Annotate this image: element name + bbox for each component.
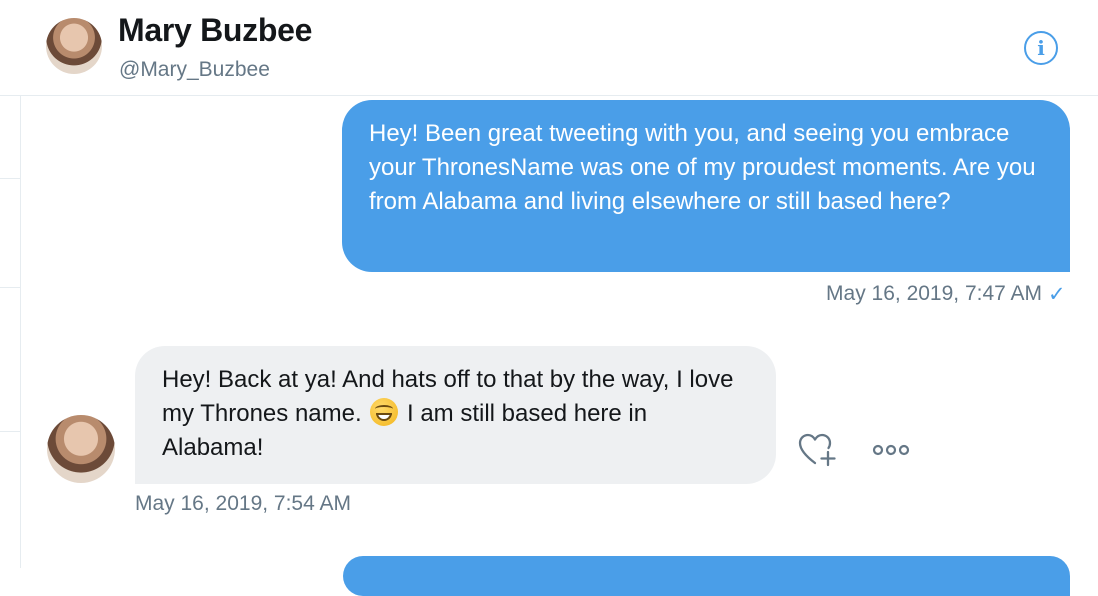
- conversation-header: Mary Buzbee @Mary_Buzbee i: [20, 0, 1098, 96]
- contact-display-name[interactable]: Mary Buzbee: [118, 12, 312, 49]
- incoming-message-bubble[interactable]: Hey! Back at ya! And hats off to that by…: [135, 346, 776, 484]
- contact-avatar[interactable]: [46, 18, 102, 74]
- panel-divider: [0, 95, 20, 96]
- more-options-icon[interactable]: [872, 439, 910, 461]
- heart-add-icon[interactable]: [797, 432, 841, 468]
- outgoing-message-bubble[interactable]: Hey! Been great tweeting with you, and s…: [342, 100, 1070, 272]
- message-timestamp: May 16, 2019, 7:54 AM: [135, 492, 351, 515]
- panel-divider: [0, 287, 20, 288]
- contact-handle[interactable]: @Mary_Buzbee: [119, 58, 270, 82]
- message-text: Hey! Been great tweeting with you, and s…: [369, 120, 1036, 215]
- outgoing-message-bubble[interactable]: [343, 556, 1070, 596]
- left-panel-edge: [0, 0, 21, 568]
- sender-avatar[interactable]: [47, 415, 115, 483]
- panel-divider: [0, 178, 20, 179]
- grinning-face-emoji: [370, 398, 399, 426]
- info-icon[interactable]: i: [1024, 31, 1058, 65]
- message-timestamp: May 16, 2019, 7:47 AM: [826, 282, 1042, 305]
- panel-divider: [0, 431, 20, 432]
- read-check-icon: ✓: [1048, 283, 1066, 306]
